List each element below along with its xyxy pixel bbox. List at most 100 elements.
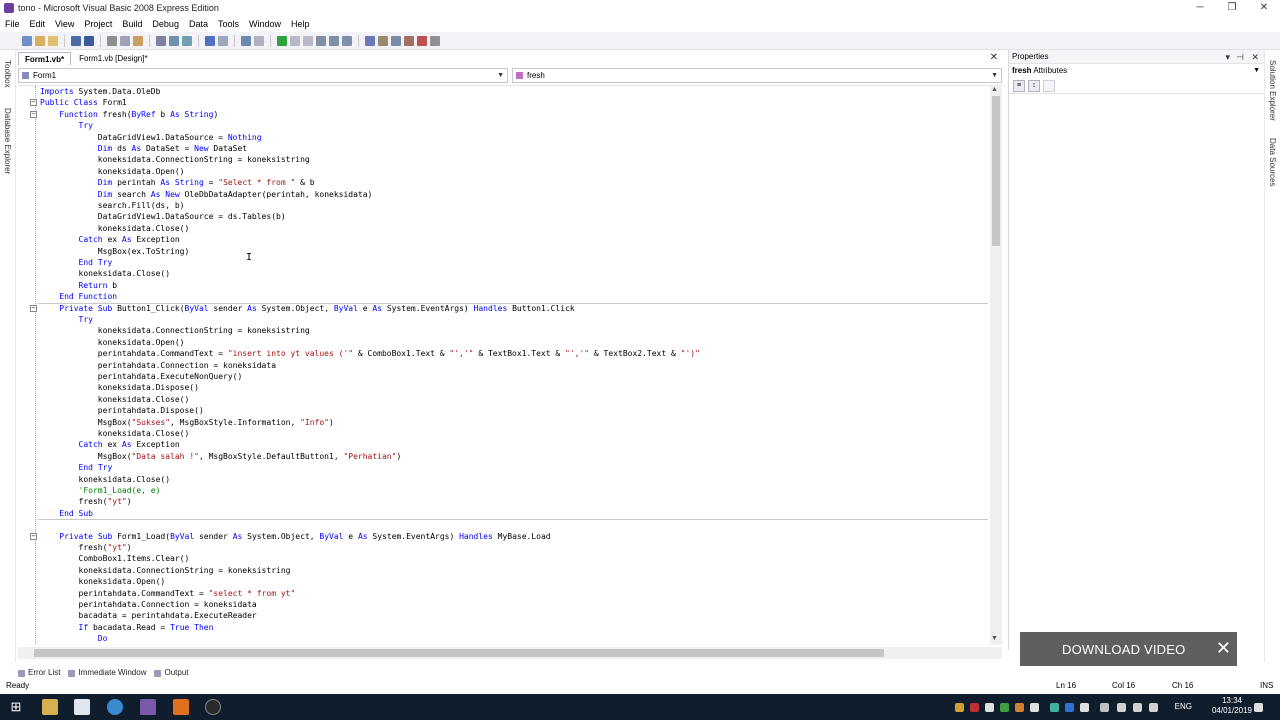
save-all-icon[interactable] bbox=[84, 35, 94, 46]
presentation-app-icon[interactable] bbox=[173, 699, 189, 715]
close-overlay-icon[interactable]: ✕ bbox=[1216, 638, 1231, 658]
tray-app-icon[interactable] bbox=[1080, 703, 1089, 712]
scroll-down-icon[interactable]: ▼ bbox=[991, 635, 998, 642]
scroll-up-icon[interactable]: ▲ bbox=[991, 86, 998, 93]
class-name-dropdown[interactable]: Form1 ▼ bbox=[18, 68, 508, 83]
chrome-icon[interactable] bbox=[107, 699, 123, 715]
toolbox-icon[interactable] bbox=[404, 35, 414, 46]
tray-app-icon[interactable] bbox=[1000, 703, 1009, 712]
file-explorer-icon[interactable] bbox=[42, 699, 58, 715]
tray-app-icon[interactable] bbox=[1050, 703, 1059, 712]
collapse-region-icon[interactable]: − bbox=[30, 304, 37, 312]
input-language[interactable]: ENG bbox=[1175, 702, 1192, 711]
uncomment-icon[interactable] bbox=[182, 35, 192, 46]
bluetooth-icon[interactable] bbox=[1065, 703, 1074, 712]
tab-form1-vb[interactable]: Form1.vb* bbox=[18, 52, 72, 65]
step-into-icon[interactable] bbox=[316, 35, 326, 46]
undo-icon[interactable] bbox=[205, 35, 215, 46]
alphabetical-icon[interactable]: ↕ bbox=[1028, 79, 1040, 92]
windows-start-icon[interactable]: ⊞ bbox=[8, 699, 24, 715]
battery-icon[interactable] bbox=[1117, 703, 1126, 712]
paste-icon[interactable] bbox=[133, 35, 143, 46]
panel-dropdown-icon[interactable]: ▾ bbox=[1225, 50, 1230, 64]
volume-icon[interactable] bbox=[1149, 703, 1158, 712]
collapse-region-icon[interactable]: − bbox=[30, 110, 37, 118]
database-explorer-tab[interactable]: Database Explorer bbox=[3, 108, 12, 174]
copy-icon[interactable] bbox=[120, 35, 130, 46]
code-editor[interactable]: Imports System.Data.OleDb − Public Class F… bbox=[18, 85, 1002, 645]
menu-view[interactable]: View bbox=[50, 19, 79, 29]
tab-output[interactable]: Output bbox=[154, 668, 189, 677]
collapse-region-icon[interactable]: − bbox=[30, 99, 37, 107]
pin-icon[interactable]: ⊣ bbox=[1236, 50, 1244, 64]
menu-debug[interactable]: Debug bbox=[147, 19, 184, 29]
find-icon[interactable] bbox=[156, 35, 166, 46]
tray-app-icon[interactable] bbox=[1030, 703, 1039, 712]
start-debugging-icon[interactable] bbox=[277, 35, 287, 46]
status-bar: Ready Ln 16 Col 16 Ch 16 INS bbox=[0, 680, 1280, 693]
menu-tools[interactable]: Tools bbox=[213, 19, 244, 29]
properties-object-selector[interactable]: fresh Attributes ▼ bbox=[1009, 64, 1264, 78]
navigate-icon[interactable] bbox=[241, 35, 251, 46]
step-over-icon[interactable] bbox=[329, 35, 339, 46]
cut-icon[interactable] bbox=[107, 35, 117, 46]
menu-edit[interactable]: Edit bbox=[25, 19, 51, 29]
editor-vertical-scrollbar[interactable]: ▲ ▼ bbox=[990, 86, 1002, 645]
solution-explorer-icon[interactable] bbox=[365, 35, 375, 46]
recorder-app-icon[interactable] bbox=[205, 699, 221, 715]
close-icon[interactable]: ✕ bbox=[1248, 0, 1280, 16]
start-page-icon[interactable] bbox=[417, 35, 427, 46]
procedure-separator bbox=[38, 519, 988, 521]
open-file-icon[interactable] bbox=[35, 35, 45, 46]
minimize-icon[interactable]: ─ bbox=[1184, 0, 1216, 16]
object-browser-icon[interactable] bbox=[391, 35, 401, 46]
comment-icon[interactable] bbox=[169, 35, 179, 46]
save-icon[interactable] bbox=[71, 35, 81, 46]
scroll-thumb[interactable] bbox=[34, 649, 884, 657]
tab-error-list[interactable]: Error List bbox=[18, 668, 60, 677]
menu-data[interactable]: Data bbox=[184, 19, 213, 29]
tray-app-icon[interactable] bbox=[985, 703, 994, 712]
taskbar-clock[interactable]: 13:34 04/01/2019 bbox=[1212, 696, 1252, 716]
download-video-overlay[interactable]: DOWNLOAD VIDEO ✕ bbox=[1020, 632, 1237, 666]
tray-warning-icon[interactable] bbox=[955, 703, 964, 712]
network-icon[interactable] bbox=[1133, 703, 1142, 712]
toolbox-tab[interactable]: Toolbox bbox=[3, 60, 12, 88]
menu-file[interactable]: File bbox=[0, 19, 25, 29]
property-pages-icon[interactable] bbox=[1043, 79, 1055, 92]
editor-horizontal-scrollbar[interactable] bbox=[18, 647, 1002, 659]
collapse-region-icon[interactable]: − bbox=[30, 532, 37, 540]
properties-window-icon[interactable] bbox=[378, 35, 388, 46]
categorized-icon[interactable]: ≡ bbox=[1013, 79, 1025, 92]
notifications-icon[interactable] bbox=[1254, 703, 1263, 712]
redo-icon[interactable] bbox=[218, 35, 228, 46]
object-name: fresh bbox=[1012, 66, 1032, 75]
tray-expand-icon[interactable] bbox=[1100, 703, 1109, 712]
method-name-dropdown[interactable]: fresh ▼ bbox=[512, 68, 1002, 83]
tray-app-icon[interactable] bbox=[1015, 703, 1024, 712]
windows-taskbar: ⊞ ENG 13:34 04/01/2019 bbox=[0, 694, 1280, 720]
procedure-separator bbox=[38, 302, 988, 304]
menu-build[interactable]: Build bbox=[117, 19, 147, 29]
tab-form1-design[interactable]: Form1.vb [Design]* bbox=[73, 52, 153, 65]
add-item-icon[interactable] bbox=[48, 35, 58, 46]
close-panel-icon[interactable]: ✕ bbox=[1251, 50, 1259, 64]
scroll-thumb[interactable] bbox=[992, 96, 1000, 246]
tab-immediate-window[interactable]: Immediate Window bbox=[68, 668, 146, 677]
visual-basic-icon[interactable] bbox=[140, 699, 156, 715]
solution-explorer-tab[interactable]: Solution Explorer bbox=[1268, 60, 1277, 121]
menu-help[interactable]: Help bbox=[286, 19, 315, 29]
stop-icon[interactable] bbox=[303, 35, 313, 46]
restore-icon[interactable]: ❐ bbox=[1216, 0, 1248, 16]
data-sources-tab[interactable]: Data Sources bbox=[1268, 138, 1277, 186]
new-project-icon[interactable] bbox=[22, 35, 32, 46]
navigate-forward-icon[interactable] bbox=[254, 35, 264, 46]
tray-app-icon[interactable] bbox=[970, 703, 979, 712]
step-out-icon[interactable] bbox=[342, 35, 352, 46]
pause-icon[interactable] bbox=[290, 35, 300, 46]
menu-window[interactable]: Window bbox=[244, 19, 286, 29]
close-document-icon[interactable]: ✕ bbox=[990, 52, 998, 63]
more-tools-icon[interactable] bbox=[430, 35, 440, 46]
notepad-icon[interactable] bbox=[74, 699, 90, 715]
menu-project[interactable]: Project bbox=[79, 19, 117, 29]
